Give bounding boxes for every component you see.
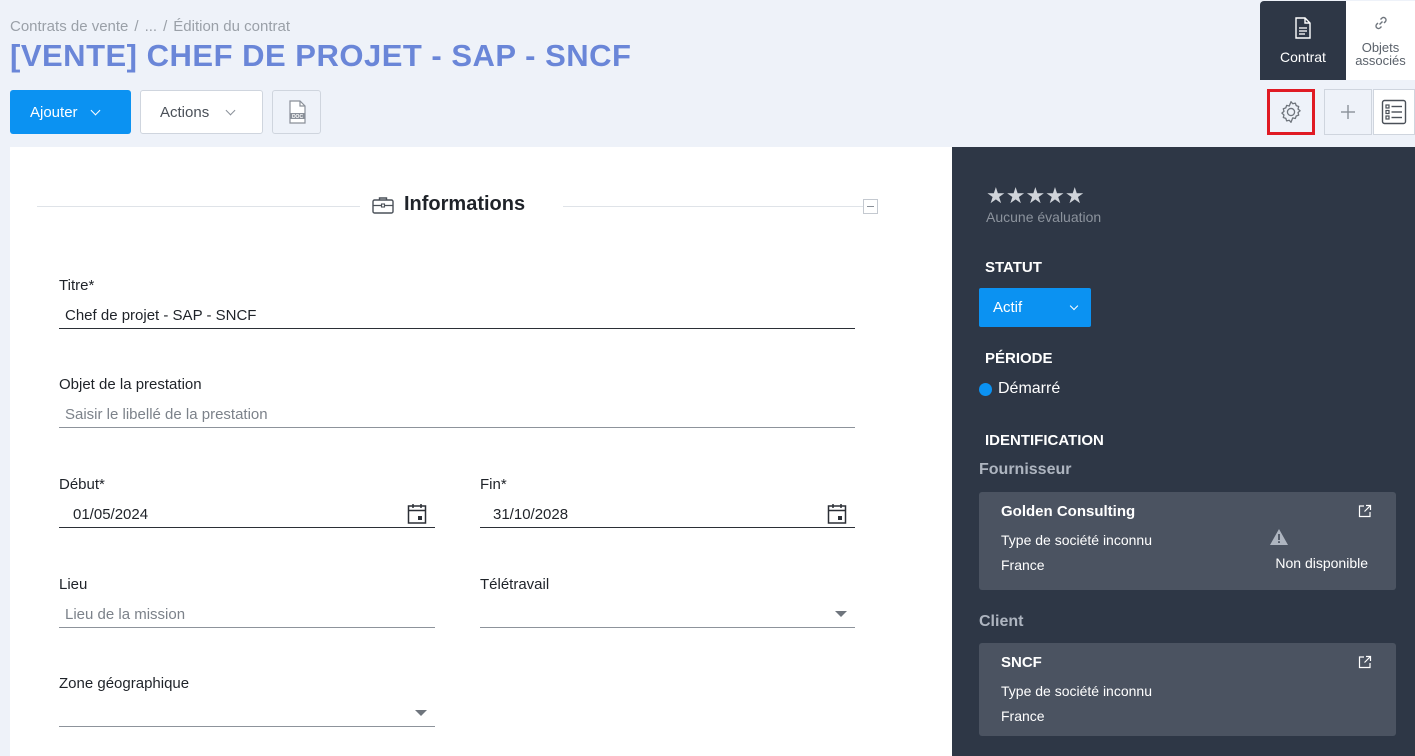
- teletravail-select[interactable]: [480, 601, 855, 628]
- field-label: Objet de la prestation: [59, 376, 202, 393]
- tab-objets-label-2: associés: [1355, 52, 1406, 68]
- identification-title: IDENTIFICATION: [985, 432, 1104, 449]
- calendar-icon[interactable]: [407, 503, 427, 525]
- chevron-down-icon: [90, 105, 100, 115]
- period-status: Démarré: [979, 380, 1060, 398]
- document-icon: [1295, 16, 1311, 39]
- availability-status: Non disponible: [1275, 555, 1368, 571]
- breadcrumb-item-contrats[interactable]: Contrats de vente: [10, 18, 128, 35]
- client-name[interactable]: SNCF: [1001, 654, 1042, 671]
- breadcrumb-separator: /: [134, 18, 139, 35]
- zone-select[interactable]: [59, 700, 435, 727]
- add-plus-button[interactable]: [1324, 89, 1372, 135]
- period-value: Démarré: [998, 380, 1061, 397]
- calendar-icon[interactable]: [827, 503, 847, 525]
- field-label: Zone géographique: [59, 675, 190, 692]
- section-title-label: Informations: [404, 193, 526, 215]
- field-fin: Fin* 31/10/2028: [480, 476, 855, 528]
- collapse-toggle[interactable]: [863, 199, 878, 214]
- fournisseur-name[interactable]: Golden Consulting: [1001, 503, 1135, 520]
- gear-icon: [1281, 101, 1301, 123]
- objet-input[interactable]: Saisir le libellé de la prestation: [59, 401, 855, 428]
- caret-down-icon: [835, 611, 847, 617]
- titre-value: Chef de projet - SAP - SNCF: [65, 306, 257, 324]
- doc-file-icon: DOC: [288, 100, 306, 124]
- status-dropdown[interactable]: Actif: [979, 288, 1091, 327]
- chevron-down-icon: [1069, 301, 1079, 310]
- fournisseur-card[interactable]: Golden Consulting Type de société inconn…: [979, 492, 1396, 590]
- page-title: [VENTE] CHEF DE PROJET - SAP - SNCF: [10, 38, 632, 73]
- chevron-down-icon: [225, 105, 236, 115]
- add-button-label: Ajouter: [30, 103, 78, 121]
- rating-text: Aucune évaluation: [986, 209, 1102, 225]
- doc-export-button[interactable]: DOC: [272, 90, 321, 134]
- lieu-input[interactable]: Lieu de la mission: [59, 601, 435, 628]
- section-header: Informations: [37, 193, 890, 219]
- breadcrumb-item-current: Édition du contrat: [173, 18, 291, 35]
- settings-button[interactable]: [1267, 89, 1315, 135]
- field-label: Lieu: [59, 576, 88, 593]
- external-link-icon[interactable]: [1358, 504, 1372, 518]
- field-lieu: Lieu Lieu de la mission: [59, 576, 435, 628]
- breadcrumb-item-ellipsis[interactable]: ...: [145, 18, 158, 35]
- status-dot-icon: [979, 382, 992, 396]
- titre-input[interactable]: Chef de projet - SAP - SNCF: [59, 302, 855, 329]
- breadcrumb: Contrats de vente / ... / Édition du con…: [10, 18, 290, 35]
- warning-icon: [1270, 529, 1288, 545]
- briefcase-icon: [372, 196, 394, 214]
- field-label: Titre*: [59, 277, 95, 294]
- lieu-placeholder: Lieu de la mission: [65, 605, 186, 623]
- field-label: Fin*: [480, 476, 507, 493]
- caret-down-icon: [415, 710, 427, 716]
- divider: [563, 206, 863, 207]
- tab-contrat-label: Contrat: [1280, 48, 1326, 65]
- star-rating[interactable]: ★★★★★: [986, 183, 1085, 209]
- actions-button-label: Actions: [160, 103, 210, 121]
- fournisseur-type: Type de société inconnu: [1001, 532, 1152, 548]
- field-zone: Zone géographique: [59, 675, 435, 727]
- fournisseur-country: France: [1001, 557, 1045, 573]
- field-label: Début*: [59, 476, 105, 493]
- link-icon: [1374, 16, 1387, 29]
- field-objet: Objet de la prestation Saisir le libellé…: [59, 376, 855, 428]
- plus-icon: [1341, 105, 1355, 119]
- status-value: Actif: [993, 299, 1023, 316]
- divider: [37, 206, 360, 207]
- periode-title: PÉRIODE: [985, 350, 1053, 367]
- add-button[interactable]: Ajouter: [10, 90, 131, 134]
- field-debut: Début* 01/05/2024: [59, 476, 435, 528]
- actions-button[interactable]: Actions: [140, 90, 263, 134]
- statut-title: STATUT: [985, 259, 1042, 276]
- tab-objets-label-1: Objets: [1361, 39, 1400, 55]
- form-card: Informations Titre* Chef de projet - SAP…: [10, 147, 952, 756]
- client-country: France: [1001, 708, 1045, 724]
- debut-value: 01/05/2024: [73, 505, 149, 523]
- breadcrumb-separator: /: [163, 18, 168, 35]
- objet-placeholder: Saisir le libellé de la prestation: [65, 405, 268, 423]
- client-type: Type de société inconnu: [1001, 683, 1152, 699]
- field-label: Télétravail: [480, 576, 550, 593]
- client-title: Client: [979, 613, 1024, 630]
- field-titre: Titre* Chef de projet - SAP - SNCF: [59, 277, 855, 329]
- checklist-icon: [1381, 99, 1407, 125]
- fournisseur-title: Fournisseur: [979, 461, 1072, 478]
- side-panel: ★★★★★ Aucune évaluation STATUT Actif PÉR…: [952, 147, 1415, 756]
- fin-date-input[interactable]: 31/10/2028: [480, 501, 855, 528]
- client-card[interactable]: SNCF Type de société inconnu France: [979, 643, 1396, 736]
- fin-value: 31/10/2028: [493, 505, 569, 523]
- tab-objets-associes[interactable]: Objets associés: [1346, 1, 1415, 80]
- field-teletravail: Télétravail: [480, 576, 855, 628]
- svg-text:DOC: DOC: [291, 114, 303, 120]
- external-link-icon[interactable]: [1358, 655, 1372, 669]
- debut-date-input[interactable]: 01/05/2024: [59, 501, 435, 528]
- list-view-button[interactable]: [1373, 89, 1415, 135]
- tab-contrat[interactable]: Contrat: [1260, 1, 1346, 80]
- section-title: Informations: [372, 193, 525, 216]
